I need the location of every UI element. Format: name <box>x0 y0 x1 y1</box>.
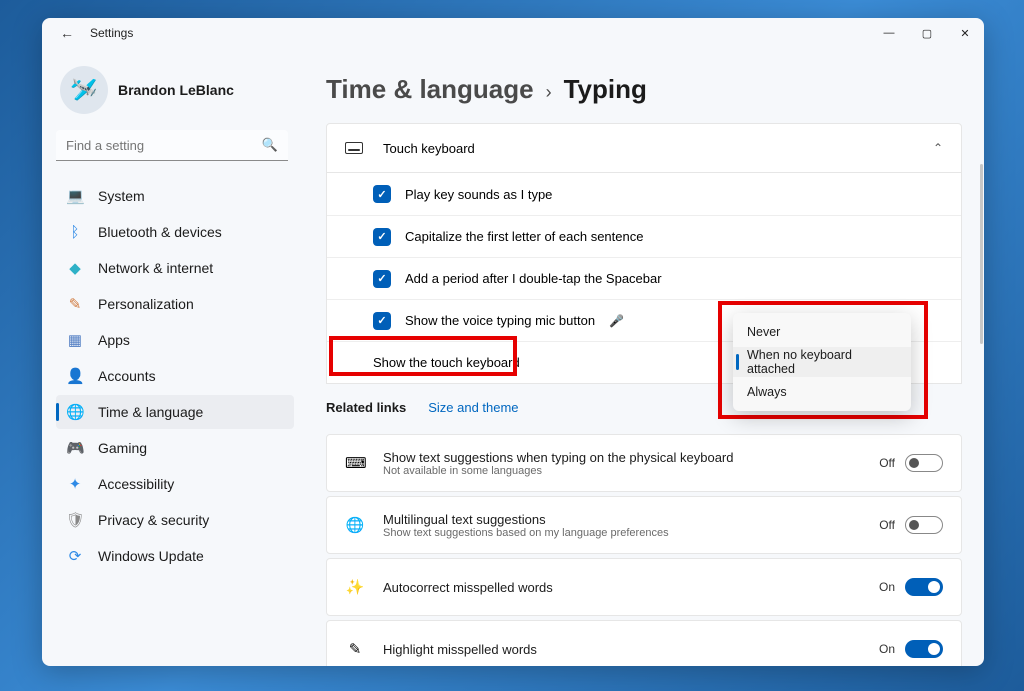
setting-title: Highlight misspelled words <box>383 642 537 657</box>
nav-icon: ⟳ <box>66 547 84 565</box>
minimize-button[interactable]: — <box>870 18 908 48</box>
nav-icon: ◆ <box>66 259 84 277</box>
nav-icon: ᛒ <box>66 224 84 241</box>
option-label: Capitalize the first letter of each sent… <box>405 229 643 244</box>
touch-keyboard-title: Touch keyboard <box>383 141 475 156</box>
toggle-state-label: On <box>879 580 895 594</box>
scrollbar[interactable] <box>980 164 983 344</box>
sidebar-item-gaming[interactable]: 🎮 Gaming <box>56 431 294 465</box>
titlebar: ← Settings — ▢ ✕ <box>42 18 984 48</box>
nav-icon: 🛡 <box>66 511 84 529</box>
toggle-switch[interactable] <box>905 578 943 596</box>
nav-icon: ✎ <box>66 295 84 313</box>
dropdown-option[interactable]: Never <box>733 317 911 347</box>
nav-label: Windows Update <box>98 548 204 564</box>
nav-label: Apps <box>98 332 130 348</box>
setting-title: Autocorrect misspelled words <box>383 580 553 595</box>
nav-icon: ✦ <box>66 475 84 493</box>
touch-keyboard-option[interactable]: ✓ Play key sounds as I type <box>327 173 961 215</box>
setting-icon: ⌨ <box>345 454 365 472</box>
toggle-switch[interactable] <box>905 516 943 534</box>
profile-name: Brandon LeBlanc <box>118 82 234 98</box>
window-title: Settings <box>90 26 133 40</box>
setting-icon: 🌐 <box>345 516 365 534</box>
option-label: Add a period after I double-tap the Spac… <box>405 271 662 286</box>
sidebar-item-accessibility[interactable]: ✦ Accessibility <box>56 467 294 501</box>
touch-keyboard-dropdown[interactable]: NeverWhen no keyboard attachedAlways <box>733 313 911 411</box>
nav-label: System <box>98 188 145 204</box>
touch-keyboard-option[interactable]: ✓ Add a period after I double-tap the Spa… <box>327 257 961 299</box>
checkbox-icon[interactable]: ✓ <box>373 312 391 330</box>
back-button[interactable]: ← <box>60 25 74 41</box>
mic-icon: 🎤 <box>609 314 624 328</box>
checkbox-icon[interactable]: ✓ <box>373 185 391 203</box>
sidebar-item-bluetooth-devices[interactable]: ᛒ Bluetooth & devices <box>56 215 294 249</box>
touch-keyboard-header[interactable]: Touch keyboard ⌃ <box>326 123 962 173</box>
chevron-right-icon: › <box>546 82 552 103</box>
size-and-theme-link[interactable]: Size and theme <box>428 400 518 415</box>
dropdown-option[interactable]: Always <box>733 377 911 407</box>
toggle-switch[interactable] <box>905 454 943 472</box>
setting-row[interactable]: ⌨ Show text suggestions when typing on t… <box>326 434 962 492</box>
sidebar-item-windows-update[interactable]: ⟳ Windows Update <box>56 539 294 573</box>
chevron-up-icon: ⌃ <box>933 141 943 155</box>
sidebar: 🛩️ Brandon LeBlanc 🔍 💻 System ᛒ Bluetooth &… <box>42 48 300 666</box>
nav-icon: ▦ <box>66 331 84 349</box>
option-label: Play key sounds as I type <box>405 187 552 202</box>
nav-label: Time & language <box>98 404 203 420</box>
setting-title: Show text suggestions when typing on the… <box>383 450 734 465</box>
toggle-switch[interactable] <box>905 640 943 658</box>
touch-keyboard-option[interactable]: ✓ Capitalize the first letter of each sen… <box>327 215 961 257</box>
search-box[interactable]: 🔍 <box>56 130 288 161</box>
maximize-button[interactable]: ▢ <box>908 18 946 48</box>
close-button[interactable]: ✕ <box>946 18 984 48</box>
avatar: 🛩️ <box>60 66 108 114</box>
nav-label: Accounts <box>98 368 156 384</box>
nav-label: Accessibility <box>98 476 174 492</box>
setting-row[interactable]: ✎ Highlight misspelled words On <box>326 620 962 666</box>
toggle-state-label: Off <box>879 518 895 532</box>
keyboard-icon <box>345 142 363 154</box>
breadcrumb-parent[interactable]: Time & language <box>326 74 534 105</box>
profile[interactable]: 🛩️ Brandon LeBlanc <box>56 62 294 130</box>
nav-label: Personalization <box>98 296 194 312</box>
toggle-state-label: Off <box>879 456 895 470</box>
related-links-label: Related links <box>326 400 406 415</box>
search-input[interactable] <box>66 138 262 153</box>
sidebar-item-system[interactable]: 💻 System <box>56 179 294 213</box>
main-pane: Time & language › Typing Touch keyboard … <box>300 48 984 666</box>
sidebar-item-network-internet[interactable]: ◆ Network & internet <box>56 251 294 285</box>
setting-row[interactable]: 🌐 Multilingual text suggestions Show tex… <box>326 496 962 554</box>
sidebar-item-accounts[interactable]: 👤 Accounts <box>56 359 294 393</box>
nav-icon: 💻 <box>66 187 84 205</box>
sidebar-item-privacy-security[interactable]: 🛡 Privacy & security <box>56 503 294 537</box>
nav-label: Privacy & security <box>98 512 209 528</box>
breadcrumb: Time & language › Typing <box>326 74 962 105</box>
sidebar-item-personalization[interactable]: ✎ Personalization <box>56 287 294 321</box>
nav-label: Network & internet <box>98 260 213 276</box>
nav-icon: 👤 <box>66 367 84 385</box>
setting-row[interactable]: ✨ Autocorrect misspelled words On <box>326 558 962 616</box>
setting-icon: ✨ <box>345 578 365 596</box>
nav-icon: 🎮 <box>66 439 84 457</box>
option-label: Show the touch keyboard <box>373 355 520 370</box>
toggle-state-label: On <box>879 642 895 656</box>
setting-title: Multilingual text suggestions <box>383 512 669 527</box>
search-icon: 🔍 <box>262 137 278 153</box>
option-label: Show the voice typing mic button <box>405 313 595 328</box>
dropdown-option[interactable]: When no keyboard attached <box>733 347 911 377</box>
nav-icon: 🌐 <box>66 403 84 421</box>
settings-window: ← Settings — ▢ ✕ 🛩️ Brandon LeBlanc 🔍 💻 S… <box>42 18 984 666</box>
nav-label: Bluetooth & devices <box>98 224 222 240</box>
checkbox-icon[interactable]: ✓ <box>373 270 391 288</box>
sidebar-item-apps[interactable]: ▦ Apps <box>56 323 294 357</box>
sidebar-item-time-language[interactable]: 🌐 Time & language <box>56 395 294 429</box>
page-title: Typing <box>564 74 647 105</box>
setting-subtitle: Show text suggestions based on my langua… <box>383 527 669 539</box>
setting-subtitle: Not available in some languages <box>383 465 734 477</box>
nav-label: Gaming <box>98 440 147 456</box>
checkbox-icon[interactable]: ✓ <box>373 228 391 246</box>
setting-icon: ✎ <box>345 640 365 658</box>
